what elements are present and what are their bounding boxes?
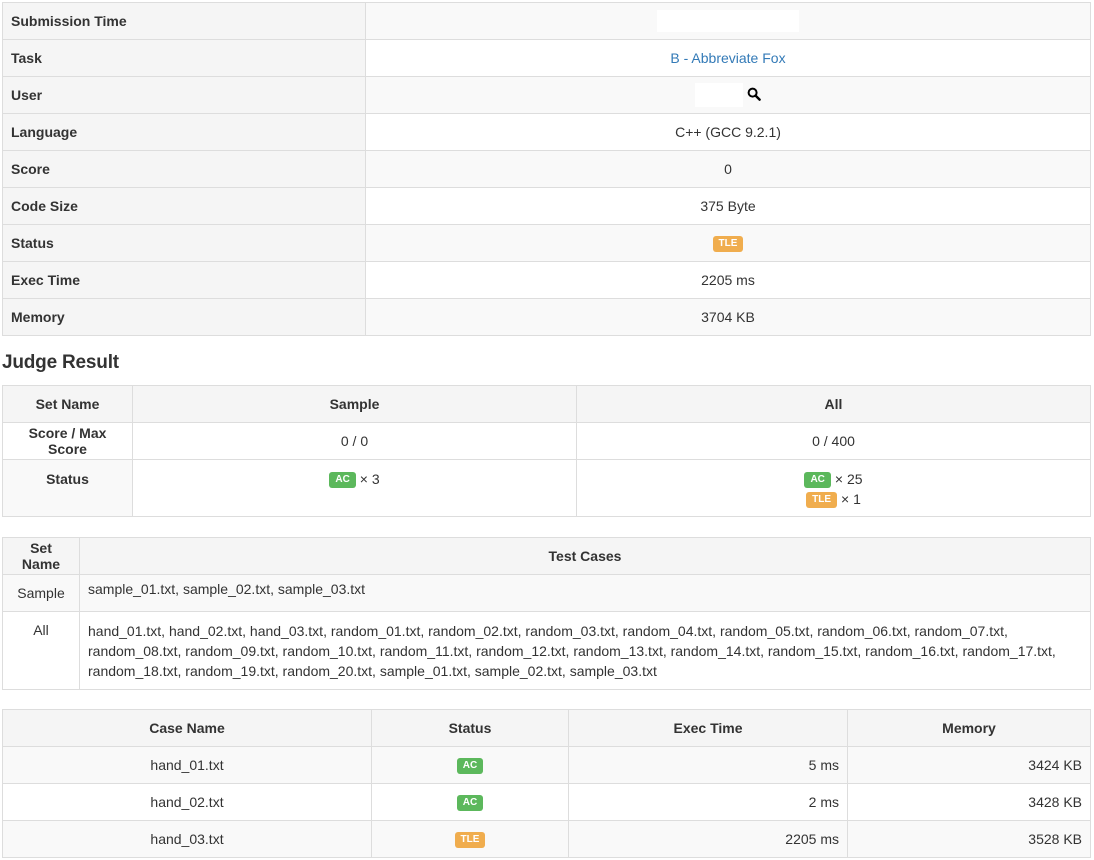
case-memory: 3428 KB: [847, 783, 1091, 821]
case-exec-time: 2205 ms: [568, 820, 848, 858]
case-name: hand_02.txt: [2, 783, 372, 821]
status-value: TLE: [365, 224, 1091, 262]
case-results-table: Case Name Status Exec Time Memory hand_0…: [2, 709, 1091, 858]
test-case-sets-table: Set Name Test Cases Sample sample_01.txt…: [2, 537, 1091, 690]
user-value: [365, 76, 1091, 114]
all-ac-badge: AC: [804, 472, 831, 489]
case-exec-time: 2 ms: [568, 783, 848, 821]
table-row: hand_03.txt TLE 2205 ms 3528 KB: [2, 820, 1091, 858]
row-memory: Memory 3704 KB: [2, 298, 1091, 336]
submission-page: Submission Time Task B - Abbreviate Fox …: [0, 0, 1094, 860]
case-memory: 3528 KB: [847, 820, 1091, 858]
search-icon[interactable]: [747, 87, 761, 104]
sets-set-name-header: Set Name: [2, 537, 80, 575]
submission-info-table: Submission Time Task B - Abbreviate Fox …: [2, 2, 1091, 336]
summary-status-label: Status: [2, 459, 133, 517]
score-value: 0: [365, 150, 1091, 188]
case-exec-time-header: Exec Time: [568, 709, 848, 747]
case-status-header: Status: [371, 709, 569, 747]
table-row: hand_02.txt AC 2 ms 3428 KB: [2, 783, 1091, 821]
row-user: User: [2, 76, 1091, 114]
status-label: Status: [2, 224, 366, 262]
set-row-all: All hand_01.txt, hand_02.txt, hand_03.tx…: [2, 611, 1091, 690]
set-cases-sample: sample_01.txt, sample_02.txt, sample_03.…: [79, 574, 1091, 612]
row-task: Task B - Abbreviate Fox: [2, 39, 1091, 77]
user-label: User: [2, 76, 366, 114]
memory-value: 3704 KB: [365, 298, 1091, 336]
set-cases-all: hand_01.txt, hand_02.txt, hand_03.txt, r…: [79, 611, 1091, 690]
row-status: Status TLE: [2, 224, 1091, 262]
summary-all-header: All: [576, 385, 1091, 423]
submission-time-label: Submission Time: [2, 2, 366, 40]
all-tle-badge: TLE: [806, 492, 838, 509]
language-value: C++ (GCC 9.2.1): [365, 113, 1091, 151]
all-status-cell: AC × 25 TLE × 1: [576, 459, 1091, 517]
all-score: 0 / 400: [576, 422, 1091, 460]
sample-ac-badge: AC: [329, 472, 356, 489]
row-submission-time: Submission Time: [2, 2, 1091, 40]
language-label: Language: [2, 113, 366, 151]
task-link[interactable]: B - Abbreviate Fox: [670, 50, 785, 66]
set-name-sample: Sample: [2, 574, 80, 612]
case-memory: 3424 KB: [847, 746, 1091, 784]
case-status-badge: AC: [456, 794, 484, 811]
case-status: AC: [371, 783, 569, 821]
sample-ac-count: × 3: [359, 471, 380, 487]
case-memory-header: Memory: [847, 709, 1091, 747]
code-size-value: 375 Byte: [365, 187, 1091, 225]
all-ac-count: × 25: [834, 471, 863, 487]
judge-result-heading: Judge Result: [2, 352, 119, 373]
sample-score: 0 / 0: [132, 422, 577, 460]
case-status: TLE: [371, 820, 569, 858]
memory-label: Memory: [2, 298, 366, 336]
submission-time-value: [365, 2, 1091, 40]
case-name: hand_03.txt: [2, 820, 372, 858]
summary-status-row: Status AC × 3 AC × 25 TLE × 1: [2, 459, 1091, 517]
row-exec-time: Exec Time 2205 ms: [2, 261, 1091, 299]
status-badge: TLE: [712, 235, 744, 252]
row-score: Score 0: [2, 150, 1091, 188]
judge-summary-table: Set Name Sample All Score / Max Score 0 …: [2, 385, 1091, 517]
row-language: Language C++ (GCC 9.2.1): [2, 113, 1091, 151]
sets-header-row: Set Name Test Cases: [2, 537, 1091, 575]
table-row: hand_01.txt AC 5 ms 3424 KB: [2, 746, 1091, 784]
sample-status-cell: AC × 3: [132, 459, 577, 517]
task-label: Task: [2, 39, 366, 77]
all-tle-count: × 1: [841, 491, 861, 507]
code-size-label: Code Size: [2, 187, 366, 225]
redacted-user-name: [695, 83, 743, 107]
score-label: Score: [2, 150, 366, 188]
exec-time-label: Exec Time: [2, 261, 366, 299]
case-name: hand_01.txt: [2, 746, 372, 784]
case-status-badge: TLE: [454, 831, 486, 848]
summary-set-name-header: Set Name: [2, 385, 133, 423]
cases-header-row: Case Name Status Exec Time Memory: [2, 709, 1091, 747]
case-status: AC: [371, 746, 569, 784]
case-status-badge: AC: [456, 757, 484, 774]
summary-sample-header: Sample: [132, 385, 577, 423]
summary-score-row: Score / Max Score 0 / 0 0 / 400: [2, 422, 1091, 460]
set-name-all: All: [2, 611, 80, 690]
all-ac-line: AC × 25: [585, 469, 1082, 489]
task-value: B - Abbreviate Fox: [365, 39, 1091, 77]
row-code-size: Code Size 375 Byte: [2, 187, 1091, 225]
score-max-score-label: Score / Max Score: [2, 422, 133, 460]
set-row-sample: Sample sample_01.txt, sample_02.txt, sam…: [2, 574, 1091, 612]
sets-test-cases-header: Test Cases: [79, 537, 1091, 575]
all-tle-line: TLE × 1: [585, 489, 1082, 509]
exec-time-value: 2205 ms: [365, 261, 1091, 299]
case-name-header: Case Name: [2, 709, 372, 747]
case-exec-time: 5 ms: [568, 746, 848, 784]
redacted-submission-time: [657, 10, 799, 32]
summary-header-row: Set Name Sample All: [2, 385, 1091, 423]
